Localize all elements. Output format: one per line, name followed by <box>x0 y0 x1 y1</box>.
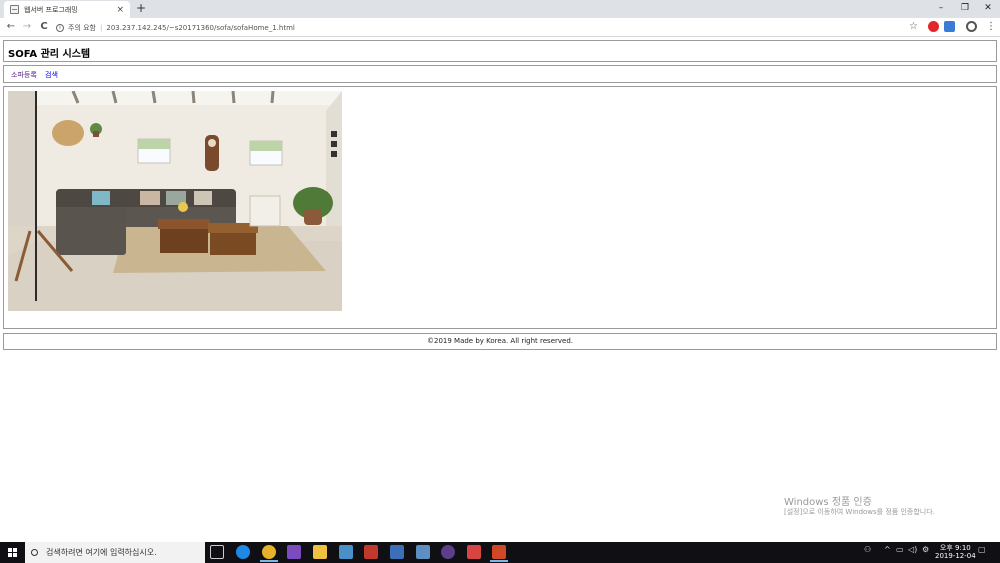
people-icon[interactable]: ⚇ <box>864 545 871 554</box>
url-text[interactable]: 203.237.142.245/~s20171360/sofa/sofaHome… <box>106 24 295 32</box>
chrome-icon[interactable] <box>260 545 278 562</box>
info-icon[interactable]: i <box>56 23 64 32</box>
system-clock[interactable]: 오후 9:10 2019-12-04 <box>935 544 976 560</box>
search-icon <box>31 549 38 556</box>
page-footer: ©2019 Made by Korea. All right reserved. <box>3 333 997 350</box>
notification-icon[interactable]: ▢ <box>978 545 986 554</box>
bookmark-star-icon[interactable]: ☆ <box>909 21 918 32</box>
reload-button[interactable]: C <box>37 20 51 34</box>
edge-icon[interactable] <box>236 545 250 559</box>
page-nav: 소파등록 검색 <box>3 65 997 83</box>
clock-date: 2019-12-04 <box>935 552 976 560</box>
media-app-icon[interactable] <box>441 545 455 559</box>
store-icon[interactable] <box>339 545 353 559</box>
security-label: 주의 요함 <box>68 23 96 32</box>
taskbar-search-placeholder: 검색하려면 여기에 입력하십시오. <box>46 548 157 557</box>
profile-icon[interactable] <box>966 21 977 32</box>
tray-chevron-icon[interactable]: ^ <box>884 545 891 554</box>
forward-button[interactable]: → <box>20 20 34 34</box>
main-content <box>3 86 997 329</box>
network-icon[interactable]: ▭ <box>896 545 904 554</box>
browser-menu-icon[interactable]: ⋮ <box>986 20 996 34</box>
taskbar-search-box[interactable]: 검색하려면 여기에 입력하십시오. <box>25 542 205 563</box>
page-favicon-icon <box>10 5 19 14</box>
page-header: SOFA 관리 시스템 <box>3 40 997 62</box>
visual-studio-icon[interactable] <box>287 545 301 559</box>
living-room-photo <box>8 91 342 311</box>
filezilla-icon[interactable] <box>364 545 378 559</box>
page-title: SOFA 관리 시스템 <box>8 49 91 60</box>
volume-icon[interactable]: ◁) <box>908 545 917 554</box>
back-button[interactable]: ← <box>4 20 18 34</box>
browser-tab-strip: 웹서버 프로그래밍 × + – ❐ ✕ <box>0 0 1000 18</box>
nav-link-search[interactable]: 검색 <box>45 70 58 80</box>
nav-link-register-sofa[interactable]: 소파등록 <box>11 70 37 80</box>
powerpoint-icon[interactable] <box>490 545 508 562</box>
footer-copyright: ©2019 Made by Korea. All right reserved. <box>426 337 573 345</box>
paint-app-icon[interactable] <box>467 545 481 559</box>
browser-toolbar: ← → C i 주의 요함 | 203.237.142.245/~s201713… <box>0 18 1000 37</box>
task-view-icon[interactable] <box>210 545 224 559</box>
tab-close-icon[interactable]: × <box>116 5 124 15</box>
clock-time: 오후 9:10 <box>939 544 971 552</box>
close-window-button[interactable]: ✕ <box>975 0 1000 18</box>
activation-watermark-text: [설정]으로 이동하여 Windows를 정품 인증합니다. <box>784 508 935 516</box>
windows-taskbar: 검색하려면 여기에 입력하십시오. ⚇ ^ ▭ ◁) ⚙ 오후 9:10 201… <box>0 542 1000 563</box>
minimize-button[interactable]: – <box>928 0 954 18</box>
file-explorer-icon[interactable] <box>313 545 327 559</box>
windows-logo-icon <box>8 548 12 552</box>
extension-icon[interactable] <box>944 21 955 32</box>
tab-title: 웹서버 프로그래밍 <box>24 5 78 14</box>
browser-tab[interactable]: 웹서버 프로그래밍 × <box>4 1 130 18</box>
start-button[interactable] <box>0 542 24 563</box>
address-bar[interactable]: i 주의 요함 | 203.237.142.245/~s20171360/sof… <box>56 20 922 35</box>
address-separator: | <box>100 23 103 32</box>
language-icon[interactable]: ⚙ <box>922 545 929 554</box>
living-room-illustration <box>8 91 342 311</box>
notepad-icon[interactable] <box>416 545 430 559</box>
opera-extension-icon[interactable] <box>928 21 939 32</box>
new-tab-button[interactable]: + <box>134 2 148 16</box>
activation-watermark-title: Windows 정품 인증 <box>784 497 872 508</box>
network-app-icon[interactable] <box>390 545 404 559</box>
